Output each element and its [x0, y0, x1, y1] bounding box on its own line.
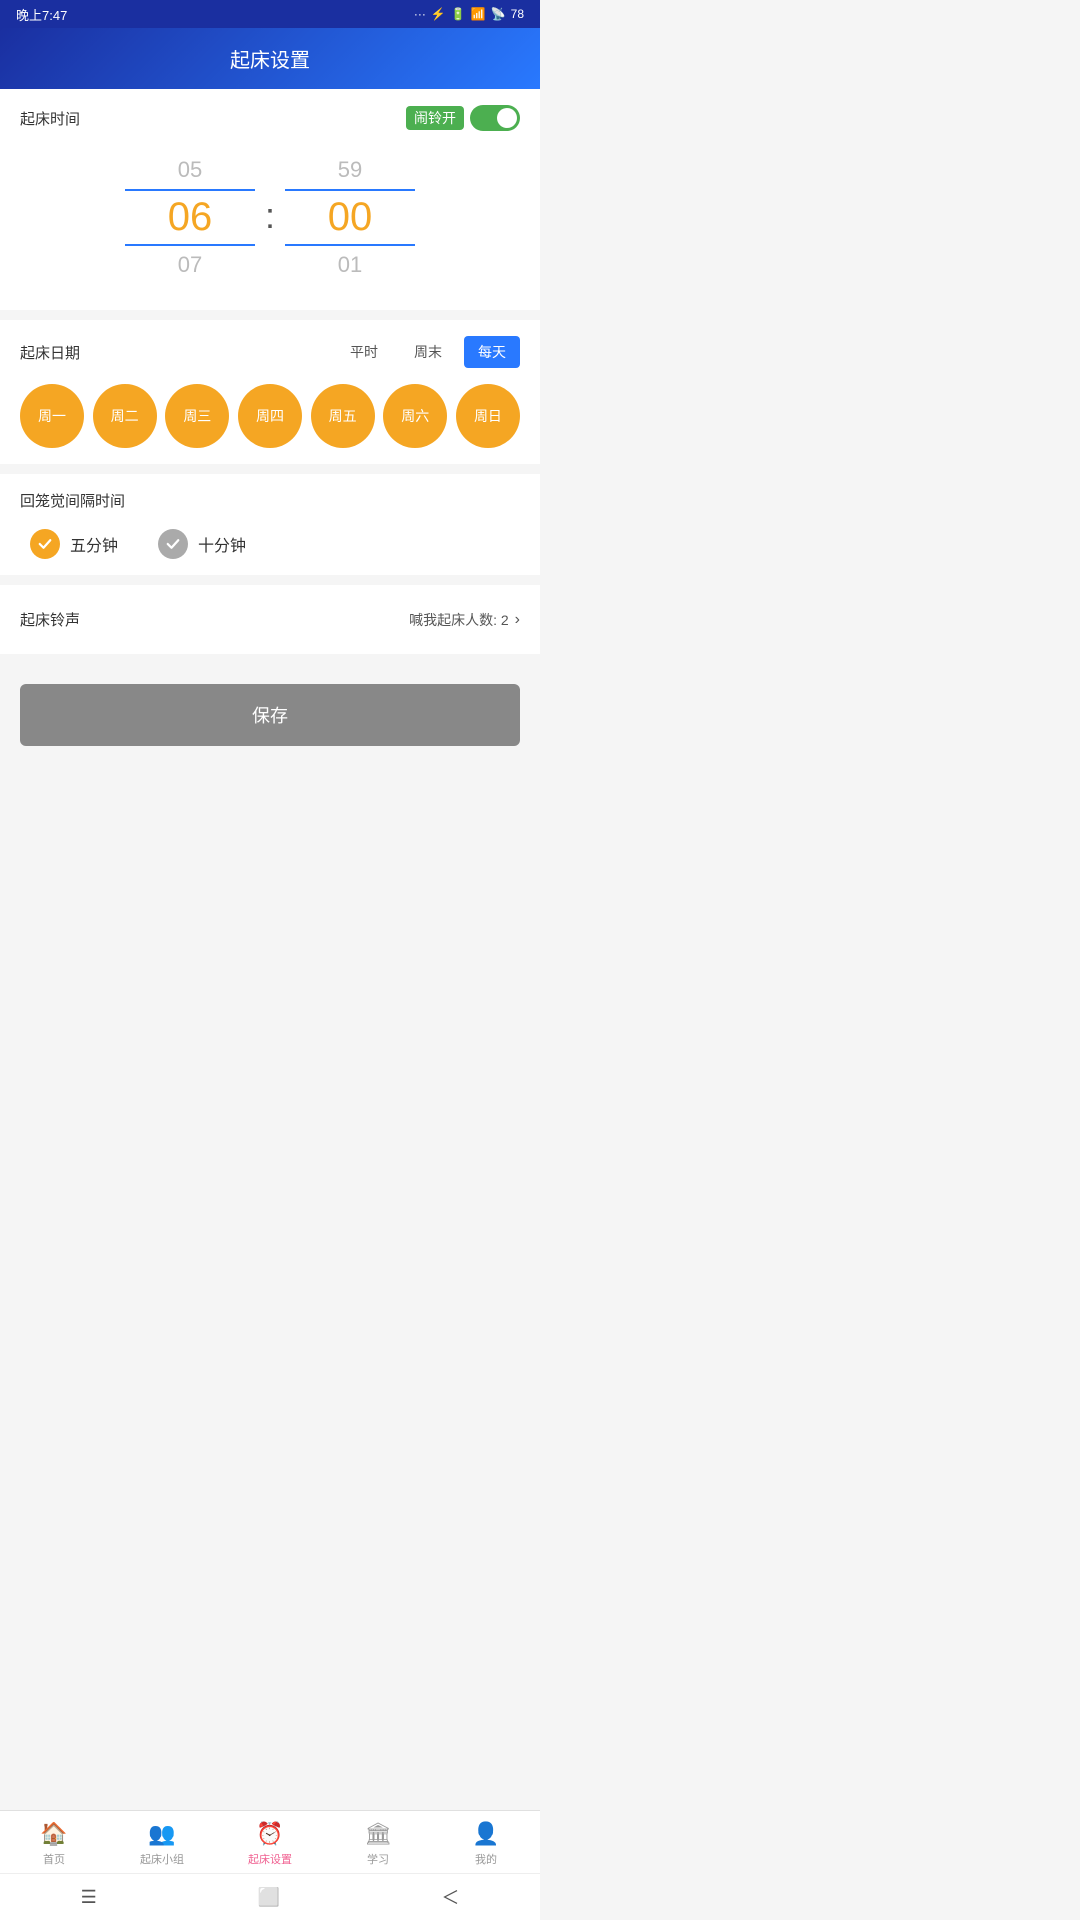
hour-prev[interactable]: 05 [178, 151, 202, 189]
nav-group-label: 起床小组 [140, 1851, 184, 1867]
home-icon: 🏠 [40, 1821, 67, 1847]
nav-study[interactable]: 🏛 学习 [348, 1821, 408, 1867]
alarm-row: 起床时间 闹铃开 [20, 105, 520, 131]
bell-section: 起床铃声 喊我起床人数: 2 › [0, 585, 540, 654]
snooze-section: 回笼觉间隔时间 五分钟 十分钟 [0, 474, 540, 575]
battery-icon: 🔋 [451, 7, 466, 21]
nav-group[interactable]: 👥 起床小组 [132, 1821, 192, 1867]
wifi-icon: 📡 [491, 7, 506, 21]
save-container: 保存 [0, 664, 540, 766]
nav-items: 🏠 首页 👥 起床小组 ⏰ 起床设置 🏛 学习 👤 我的 [0, 1811, 540, 1873]
nav-home-label: 首页 [43, 1851, 65, 1867]
nav-mine-label: 我的 [475, 1851, 497, 1867]
date-option-everyday[interactable]: 每天 [464, 336, 520, 368]
page-header: 起床设置 [0, 28, 540, 89]
snooze-five-label: 五分钟 [70, 532, 118, 556]
day-sunday[interactable]: 周日 [456, 384, 520, 448]
nav-mine[interactable]: 👤 我的 [456, 1821, 516, 1867]
minute-next[interactable]: 01 [338, 246, 362, 284]
toggle-label: 闹铃开 [406, 106, 464, 130]
alarm-toggle[interactable] [470, 105, 520, 131]
minute-current[interactable]: 00 [285, 189, 415, 246]
chevron-right-icon: › [515, 611, 520, 629]
day-saturday[interactable]: 周六 [383, 384, 447, 448]
back-button[interactable]: ＜ [441, 1884, 459, 1910]
bottom-nav: 🏠 首页 👥 起床小组 ⏰ 起床设置 🏛 学习 👤 我的 ☰ ⬜ ＜ [0, 1810, 540, 1920]
snooze-ten-label: 十分钟 [198, 532, 246, 556]
time-colon: : [255, 195, 285, 237]
status-time: 晚上7:47 [16, 5, 67, 24]
date-header: 起床日期 平时 周末 每天 [20, 336, 520, 368]
bell-row[interactable]: 起床铃声 喊我起床人数: 2 › [20, 601, 520, 638]
status-icons: ··· ⚡ 🔋 📶 📡 78 [414, 7, 524, 21]
bell-right: 喊我起床人数: 2 › [409, 610, 520, 630]
study-icon: 🏛 [364, 1821, 392, 1847]
day-tuesday[interactable]: 周二 [93, 384, 157, 448]
status-bar: 晚上7:47 ··· ⚡ 🔋 📶 📡 78 [0, 0, 540, 28]
hour-next[interactable]: 07 [178, 246, 202, 284]
nav-alarm-label: 起床设置 [248, 1851, 292, 1867]
system-nav: ☰ ⬜ ＜ [0, 1873, 540, 1920]
call-count: 喊我起床人数: 2 [409, 610, 509, 630]
snooze-options: 五分钟 十分钟 [20, 529, 520, 559]
day-friday[interactable]: 周五 [311, 384, 375, 448]
alarm-label: 起床时间 [20, 108, 80, 129]
bell-label: 起床铃声 [20, 609, 80, 630]
nav-alarm-settings[interactable]: ⏰ 起床设置 [240, 1821, 300, 1867]
alarm-settings-icon: ⏰ [256, 1821, 283, 1847]
minute-column: 59 00 01 [285, 151, 415, 284]
menu-button[interactable]: ☰ [81, 1887, 97, 1908]
snooze-five[interactable]: 五分钟 [30, 529, 118, 559]
snooze-ten-check [158, 529, 188, 559]
day-wednesday[interactable]: 周三 [165, 384, 229, 448]
date-option-weekend[interactable]: 周末 [400, 336, 456, 368]
battery-percent: 78 [511, 7, 524, 21]
nav-home[interactable]: 🏠 首页 [24, 1821, 84, 1867]
hour-current[interactable]: 06 [125, 189, 255, 246]
minute-prev[interactable]: 59 [338, 151, 362, 189]
day-monday[interactable]: 周一 [20, 384, 84, 448]
snooze-five-check [30, 529, 60, 559]
home-button[interactable]: ⬜ [258, 1887, 280, 1908]
day-thursday[interactable]: 周四 [238, 384, 302, 448]
signal-icon: 📶 [471, 7, 486, 21]
bluetooth-icon: ⚡ [431, 7, 446, 21]
alarm-section: 起床时间 闹铃开 05 06 07 : 59 00 01 [0, 89, 540, 310]
group-icon: 👥 [148, 1821, 175, 1847]
hour-column: 05 06 07 [125, 151, 255, 284]
mine-icon: 👤 [472, 1821, 499, 1847]
nav-study-label: 学习 [367, 1851, 389, 1867]
save-button[interactable]: 保存 [20, 684, 520, 746]
day-buttons: 周一 周二 周三 周四 周五 周六 周日 [20, 384, 520, 448]
date-section: 起床日期 平时 周末 每天 周一 周二 周三 周四 周五 周六 周日 [0, 320, 540, 464]
time-picker: 05 06 07 : 59 00 01 [20, 131, 520, 294]
date-label: 起床日期 [20, 342, 80, 363]
page-title: 起床设置 [230, 50, 310, 72]
date-option-weekday[interactable]: 平时 [336, 336, 392, 368]
date-options: 平时 周末 每天 [336, 336, 520, 368]
snooze-title: 回笼觉间隔时间 [20, 490, 520, 511]
snooze-ten[interactable]: 十分钟 [158, 529, 246, 559]
toggle-container: 闹铃开 [406, 105, 520, 131]
